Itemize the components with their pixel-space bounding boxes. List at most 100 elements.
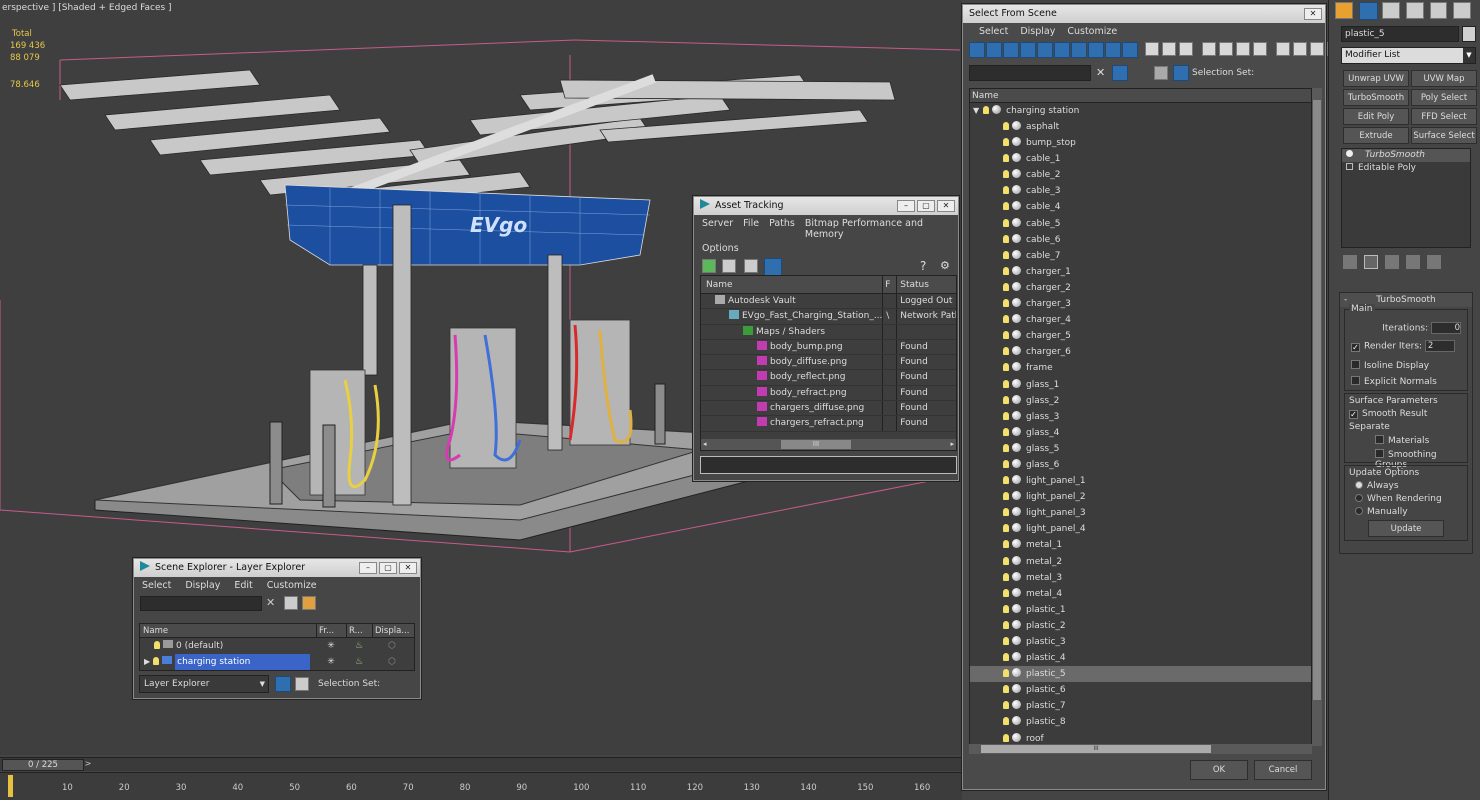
children-icon[interactable] [1310,42,1324,56]
render-iters-checkbox[interactable]: ✓ [1351,342,1360,352]
render-iters-spinner[interactable]: 2 [1424,340,1455,352]
lightbulb-icon[interactable] [1003,524,1009,533]
hscroll-thumb[interactable]: III [981,745,1211,753]
lightbulb-icon[interactable] [1003,395,1009,404]
lightbulb-icon[interactable] [1003,540,1009,549]
col-status[interactable]: Status [896,276,956,293]
stack-item-turbosmooth[interactable]: TurboSmooth [1342,149,1470,162]
table-icon[interactable] [744,259,758,273]
filter-icon[interactable] [284,596,298,610]
expand-arrow-icon[interactable]: ▶ [144,657,150,666]
when-rendering-radio[interactable] [1355,494,1363,502]
groups-icon[interactable] [1122,42,1138,58]
asset-row[interactable]: body_refract.png Found [701,385,956,402]
display-box-icon[interactable]: ⬡ [372,638,412,654]
maximize-button[interactable]: ▢ [379,562,397,574]
scene-explorer-search-input[interactable] [140,596,262,611]
lightbulb-icon[interactable] [1003,202,1009,211]
minimize-button[interactable]: – [359,562,377,574]
lightbulb-icon[interactable] [1003,186,1009,195]
col-display[interactable]: Displa... [372,624,412,637]
unwrap-uvw-button[interactable]: Unwrap UVW [1343,70,1409,87]
layers-icon[interactable] [275,676,291,692]
select-from-scene-titlebar[interactable]: Select From Scene ✕ [963,5,1325,23]
col-frozen[interactable]: Fr... [316,624,346,637]
object-row-cable-5[interactable]: cable_5 [970,216,1311,232]
object-row-plastic-2[interactable]: plastic_2 [970,618,1311,634]
asset-row[interactable]: EVgo_Fast_Charging_Station_... \ Network P… [701,309,956,325]
lightbulb-icon[interactable] [1003,508,1009,517]
asset-row[interactable]: Maps / Shaders [701,324,956,340]
explicit-normals-checkbox[interactable] [1351,376,1360,385]
command-panel[interactable]: plastic_5 Modifier List ▼ Unwrap UVW UVW M… [1328,0,1480,800]
lightbulb-icon[interactable] [1003,685,1009,694]
lightbulb-icon[interactable] [1003,138,1009,147]
object-row-plastic-8[interactable]: plastic_8 [970,714,1311,730]
render-teapot-icon[interactable]: ♨ [346,638,372,654]
frozen-icon[interactable] [1202,42,1216,56]
bones-icon[interactable] [1162,42,1176,56]
manually-radio[interactable] [1355,507,1363,515]
smooth-result-checkbox[interactable]: ✓ [1349,410,1358,419]
object-row-glass-4[interactable]: glass_4 [970,425,1311,441]
menu-customize[interactable]: Customize [1067,26,1117,37]
object-row-cable-7[interactable]: cable_7 [970,248,1311,264]
update-button[interactable]: Update [1368,520,1444,537]
materials-checkbox[interactable] [1375,435,1384,444]
create-tab-icon[interactable] [1335,2,1353,19]
menu-select[interactable]: Select [979,26,1008,37]
lightbulb-icon[interactable] [1003,717,1009,726]
lightbulb-icon[interactable] [1346,150,1353,157]
menu-display[interactable]: Display [1020,26,1055,37]
show-end-result-icon[interactable] [1364,255,1378,269]
lightbulb-icon[interactable] [1003,154,1009,163]
object-row-charger-6[interactable]: charger_6 [970,344,1311,360]
lightbulb-icon[interactable] [1003,427,1009,436]
scene-object-list[interactable]: Name ▼ charging station asphalt bump_stop c… [969,88,1312,746]
motion-tab-icon[interactable] [1405,2,1424,19]
lightbulb-icon[interactable] [1003,604,1009,613]
object-row-light-panel-1[interactable]: light_panel_1 [970,473,1311,489]
lightbulb-icon[interactable] [1003,476,1009,485]
lightbulb-icon[interactable] [1003,379,1009,388]
uvw-map-button[interactable]: UVW Map [1411,70,1477,87]
ffd-select-button[interactable]: FFD Select [1411,108,1477,125]
turbosmooth-button[interactable]: TurboSmooth [1343,89,1409,106]
asset-row[interactable]: chargers_refract.png Found [701,416,956,432]
object-row-glass-3[interactable]: glass_3 [970,409,1311,425]
refresh-icon[interactable] [702,259,716,273]
always-radio[interactable] [1355,481,1363,489]
scene-explorer-titlebar[interactable]: Scene Explorer - Layer Explorer – ▢ ✕ [134,559,420,577]
display-tab-icon[interactable] [1429,2,1448,19]
collapse-arrow-icon[interactable]: ▼ [973,106,979,115]
menu-bitmap-performance-and-memory[interactable]: Bitmap Performance and Memory [805,218,950,240]
cameras-icon[interactable] [1071,42,1087,58]
col-render[interactable]: R... [346,624,372,637]
object-row-bump-stop[interactable]: bump_stop [970,135,1311,151]
list-vscroll[interactable] [1312,88,1322,746]
object-row-plastic-7[interactable]: plastic_7 [970,698,1311,714]
grid-view-icon[interactable] [764,258,782,276]
menu-options[interactable]: Options [694,243,958,254]
make-unique-icon[interactable] [1385,255,1399,269]
asset-row[interactable]: body_reflect.png Found [701,370,956,386]
object-row-cable-3[interactable]: cable_3 [970,183,1311,199]
clear-search-icon[interactable]: ✕ [266,596,275,609]
lightbulb-icon[interactable] [1003,331,1009,340]
object-row-plastic-4[interactable]: plastic_4 [970,650,1311,666]
list-icon[interactable] [722,259,736,273]
iterations-spinner[interactable]: 0 [1431,322,1461,334]
extrude-button[interactable]: Extrude [1343,127,1409,144]
asset-path-field[interactable] [700,456,957,474]
lightbulb-icon[interactable] [1003,620,1009,629]
object-row-plastic-1[interactable]: plastic_1 [970,602,1311,618]
lightbulb-icon[interactable] [1003,572,1009,581]
object-row-plastic-6[interactable]: plastic_6 [970,682,1311,698]
hidden-icon[interactable] [1219,42,1233,56]
modifier-list-dropdown[interactable]: Modifier List ▼ [1341,47,1476,64]
vscroll-thumb[interactable] [1313,100,1321,700]
lightbulb-icon[interactable] [153,657,160,665]
root-charging-station[interactable]: ▼ charging station [970,103,1311,119]
layers-icon[interactable] [1154,66,1168,80]
lightbulb-icon[interactable] [1003,170,1009,179]
